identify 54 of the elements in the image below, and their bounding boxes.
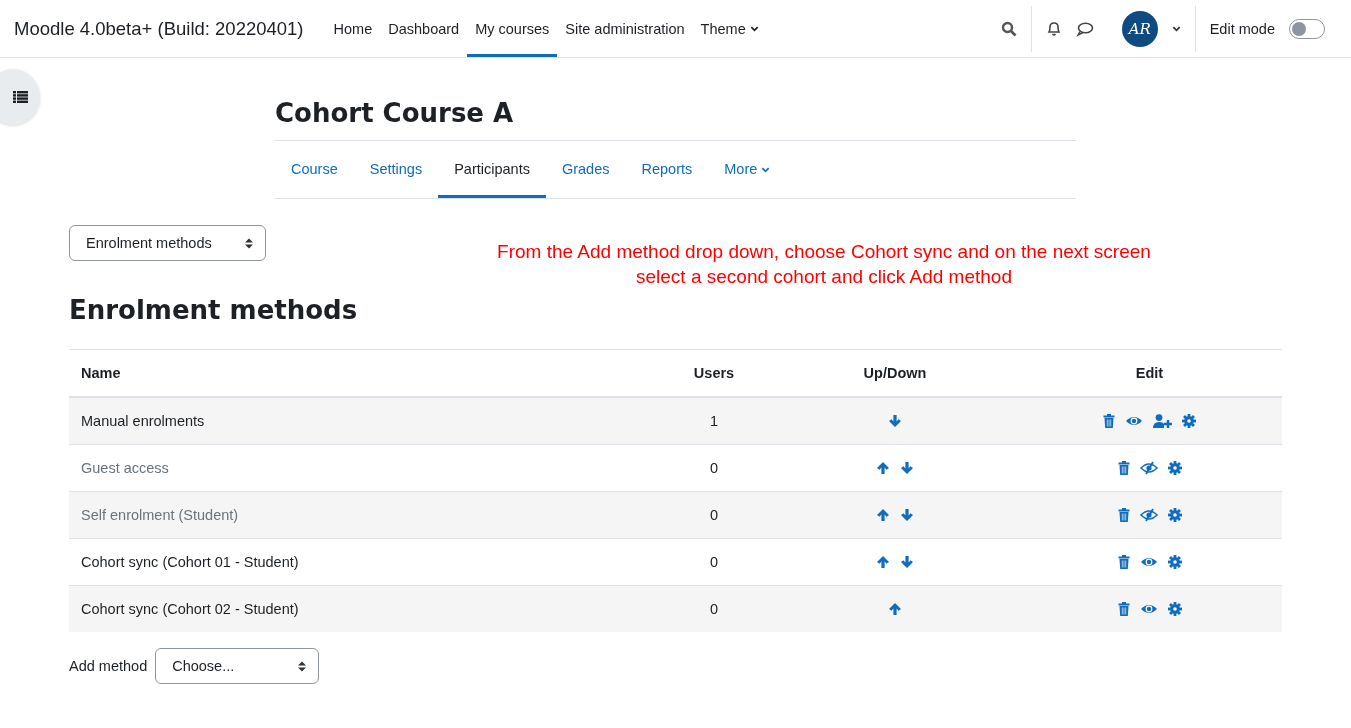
sort-icon bbox=[298, 660, 307, 672]
eye-icon[interactable] bbox=[1139, 555, 1158, 569]
add-method-label: Add method bbox=[69, 658, 148, 674]
edit-mode-toggle[interactable] bbox=[1289, 18, 1325, 39]
arrow-down-icon[interactable] bbox=[888, 414, 902, 428]
settings-icon[interactable] bbox=[1167, 555, 1182, 569]
course-title: Cohort Course A bbox=[275, 98, 1076, 141]
page-select[interactable]: Enrolment methods bbox=[69, 225, 266, 261]
site-name[interactable]: Moodle 4.0beta+ (Build: 20220401) bbox=[14, 0, 304, 57]
edit-mode-label: Edit mode bbox=[1209, 20, 1275, 37]
trash-icon[interactable] bbox=[1117, 555, 1130, 569]
user-count: 0 bbox=[709, 601, 719, 617]
nav-link[interactable]: My courses bbox=[467, 0, 558, 57]
course-tab[interactable]: Grades bbox=[545, 141, 626, 198]
nav-link[interactable]: Home bbox=[325, 0, 381, 57]
arrow-down-icon[interactable] bbox=[900, 555, 914, 569]
section-heading: Enrolment methods bbox=[69, 295, 359, 325]
nav-link[interactable]: Site administration bbox=[557, 0, 693, 57]
nav-link[interactable]: Theme bbox=[692, 0, 767, 57]
method-name: Cohort sync (Cohort 02 - Student) bbox=[81, 601, 299, 617]
method-name: Manual enrolments bbox=[81, 413, 205, 429]
trash-icon[interactable] bbox=[1103, 414, 1115, 428]
bell-icon[interactable] bbox=[1045, 20, 1062, 37]
course-tab[interactable]: Settings bbox=[353, 141, 439, 198]
user-avatar[interactable]: AR bbox=[1121, 10, 1158, 47]
course-tab[interactable]: More bbox=[708, 141, 787, 198]
eye-icon[interactable] bbox=[1125, 414, 1143, 428]
method-name: Cohort sync (Cohort 01 - Student) bbox=[81, 554, 299, 570]
arrow-up-icon[interactable] bbox=[888, 602, 902, 616]
settings-icon[interactable] bbox=[1167, 602, 1182, 616]
method-name: Self enrolment (Student) bbox=[81, 507, 239, 523]
user-count: 0 bbox=[709, 554, 719, 570]
chat-bubble-icon[interactable] bbox=[1075, 20, 1094, 37]
sort-icon bbox=[245, 237, 253, 249]
annotation-text: From the Add method drop down, choose Cohort sync and on the next screen select a second cohort and click Add method bbox=[496, 240, 1152, 289]
method-name: Guest access bbox=[81, 460, 169, 476]
user-count: 0 bbox=[709, 460, 719, 476]
trash-icon[interactable] bbox=[1117, 602, 1130, 616]
search-icon[interactable] bbox=[1000, 20, 1017, 37]
arrow-up-icon[interactable] bbox=[876, 555, 890, 569]
user-count: 1 bbox=[709, 413, 719, 429]
add-method-select[interactable]: Choose... bbox=[155, 648, 320, 684]
course-tab[interactable]: Course bbox=[275, 141, 354, 198]
settings-icon[interactable] bbox=[1182, 414, 1196, 428]
list-icon bbox=[12, 91, 28, 103]
caret-icon[interactable] bbox=[1171, 24, 1181, 33]
add-user-icon[interactable] bbox=[1153, 414, 1172, 428]
drawer-toggle[interactable] bbox=[0, 69, 40, 125]
course-tab[interactable]: Reports bbox=[625, 141, 709, 198]
nav-link[interactable]: Dashboard bbox=[380, 0, 468, 57]
eye-icon[interactable] bbox=[1139, 602, 1158, 616]
course-tab[interactable]: Participants bbox=[438, 141, 546, 198]
user-count: 0 bbox=[709, 507, 719, 523]
caret-icon bbox=[749, 24, 759, 33]
